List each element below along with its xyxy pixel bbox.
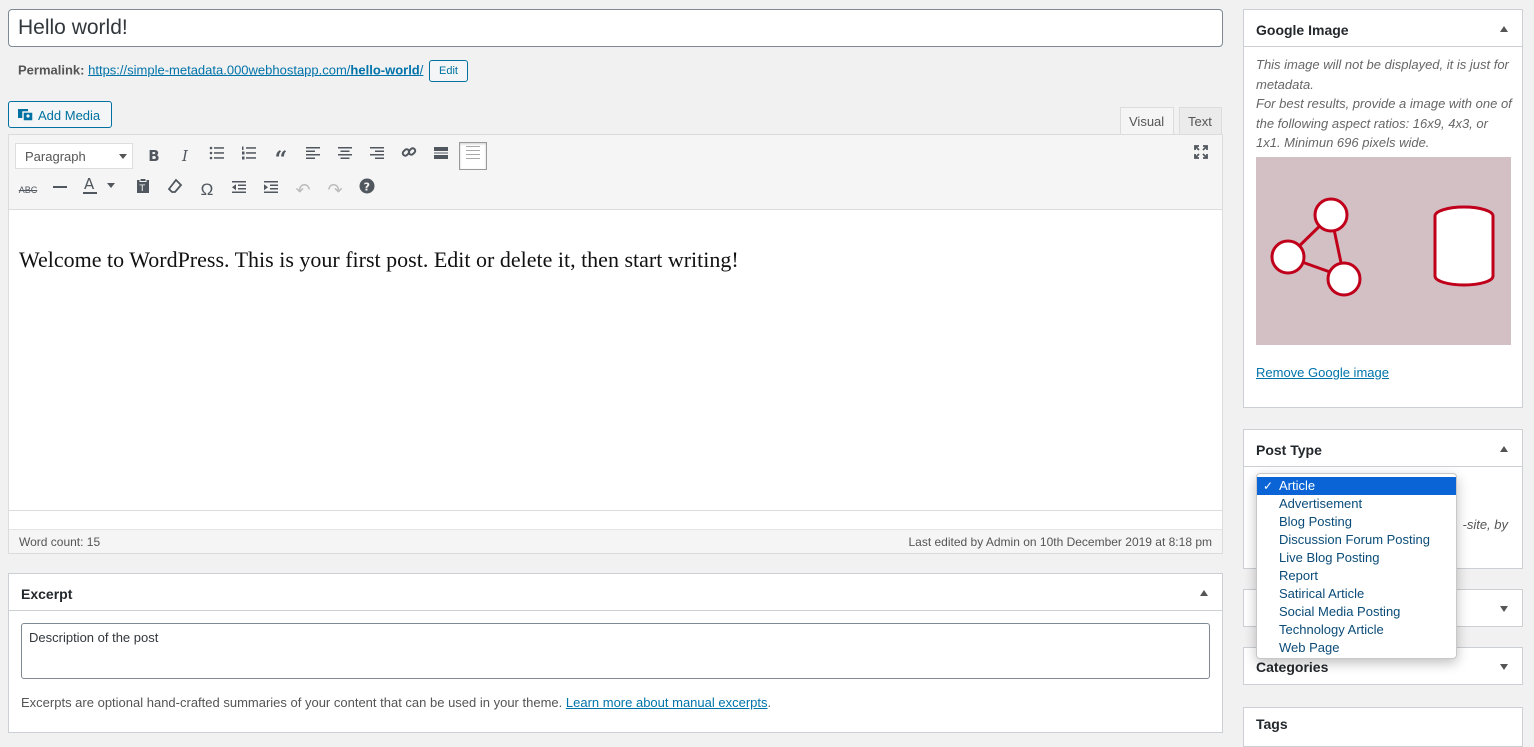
post-type-option[interactable]: Discussion Forum Posting [1257,531,1456,549]
blockquote-icon[interactable]: “ [267,142,295,173]
add-media-button[interactable]: Add Media [8,101,112,128]
align-right-icon[interactable] [363,142,391,170]
tab-visual[interactable]: Visual [1120,107,1174,135]
last-edited: Last edited by Admin on 10th December 20… [908,535,1212,549]
format-select-value: Paragraph [25,149,86,164]
tab-text[interactable]: Text [1179,107,1222,135]
categories-title: Categories [1256,659,1329,675]
tags-header[interactable]: Tags [1244,708,1522,745]
post-type-option[interactable]: Social Media Posting [1257,603,1456,621]
permalink-label: Permalink: [18,62,85,78]
expand-arrow-icon[interactable] [1500,664,1508,670]
align-center-icon[interactable] [331,142,359,170]
svg-text:?: ? [364,180,370,193]
chevron-down-icon [119,154,127,159]
google-image-header[interactable]: Google Image [1244,10,1522,47]
google-image-preview[interactable] [1256,157,1511,345]
excerpt-help: Excerpts are optional hand-crafted summa… [21,695,771,710]
help-icon[interactable]: ? [353,176,381,204]
editor-toolbar: Paragraph B I “ ABC A T Ω ↶ ↷ ? [9,135,1222,210]
text-color-icon[interactable]: A [78,175,118,204]
undo-icon[interactable]: ↶ [289,176,317,204]
toolbar-toggle-icon[interactable] [459,142,487,170]
share-database-icon [1270,197,1495,297]
post-type-title: Post Type [1256,442,1322,458]
word-count: Word count: 15 [19,535,101,549]
checkmark-icon: ✓ [1263,479,1274,493]
excerpt-header[interactable]: Excerpt [9,574,1222,611]
expand-arrow-icon[interactable] [1500,606,1508,612]
italic-icon[interactable]: I [171,142,199,170]
outdent-icon[interactable] [225,176,253,204]
editor-statusbar: Word count: 15 Last edited by Admin on 1… [9,510,1222,553]
excerpt-help-end: . [767,695,772,710]
post-type-header[interactable]: Post Type [1244,430,1522,467]
collapse-arrow-icon[interactable] [1500,26,1508,32]
tags-title: Tags [1256,716,1288,732]
special-character-icon[interactable]: Ω [193,176,221,204]
fullscreen-icon[interactable] [1187,142,1215,170]
google-image-description: This image will not be displayed, it is … [1256,55,1512,153]
remove-google-image-link[interactable]: Remove Google image [1256,365,1389,380]
google-image-box: Google Image This image will not be disp… [1243,9,1523,408]
post-type-option[interactable]: Advertisement [1257,495,1456,513]
svg-text:T: T [139,184,146,194]
clear-formatting-icon[interactable] [161,176,189,204]
post-type-option[interactable]: Live Blog Posting [1257,549,1456,567]
post-type-option[interactable]: Blog Posting [1257,513,1456,531]
tags-box: Tags [1243,707,1523,747]
excerpt-box: Excerpt Description of the post Excerpts… [8,573,1223,733]
align-left-icon[interactable] [299,142,327,170]
indent-icon[interactable] [257,176,285,204]
collapse-arrow-icon[interactable] [1500,446,1508,452]
horizontal-line-icon[interactable] [46,176,74,204]
post-type-option[interactable]: Technology Article [1257,621,1456,639]
google-image-desc-2: For best results, provide a image with o… [1256,96,1512,150]
excerpt-help-text: Excerpts are optional hand-crafted summa… [21,695,563,710]
post-type-option[interactable]: Satirical Article [1257,585,1456,603]
numbered-list-icon[interactable] [235,142,263,170]
permalink-edit-button[interactable]: Edit [429,60,468,82]
media-icon [18,107,34,122]
editor-content[interactable]: Welcome to WordPress. This is your first… [19,247,739,273]
permalink-row: Permalink: https://simple-metadata.000we… [18,60,468,82]
post-title-input[interactable]: Hello world! [8,9,1223,47]
paste-text-icon[interactable]: T [129,176,157,204]
post-type-hint: -site, by [1462,517,1508,532]
post-type-option[interactable]: Report [1257,567,1456,585]
permalink-link[interactable]: https://simple-metadata.000webhostapp.co… [88,62,423,77]
excerpt-textarea[interactable]: Description of the post [21,623,1210,679]
bullet-list-icon[interactable] [203,142,231,170]
google-image-title: Google Image [1256,22,1349,38]
svg-text:A: A [84,176,95,193]
excerpt-learn-more-link[interactable]: Learn more about manual excerpts [566,695,768,710]
post-type-option[interactable]: ✓ Article [1257,477,1456,495]
collapse-arrow-icon[interactable] [1200,590,1208,596]
add-media-label: Add Media [38,108,101,123]
format-select[interactable]: Paragraph [15,143,133,169]
read-more-icon[interactable] [427,142,455,170]
post-type-option[interactable]: Web Page [1257,639,1456,657]
strikethrough-icon[interactable]: ABC [14,176,42,204]
post-type-dropdown[interactable]: ✓ Article Advertisement Blog Posting Disc… [1256,473,1457,659]
google-image-desc-1: This image will not be displayed, it is … [1256,57,1509,92]
link-icon[interactable] [395,142,423,170]
redo-icon[interactable]: ↷ [321,176,349,204]
post-editor: Paragraph B I “ ABC A T Ω ↶ ↷ ? Welcome … [8,134,1223,554]
excerpt-title: Excerpt [21,586,73,602]
bold-icon[interactable]: B [140,142,168,170]
